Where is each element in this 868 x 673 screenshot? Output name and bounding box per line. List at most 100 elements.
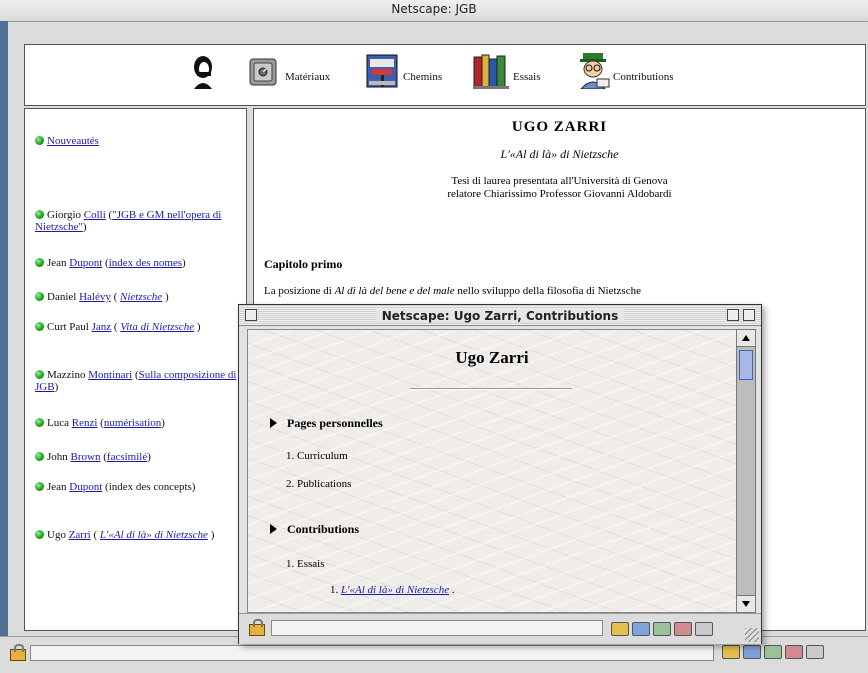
component-bar <box>722 645 824 659</box>
discussion-icon[interactable] <box>653 622 671 636</box>
green-bullet-icon <box>35 292 44 301</box>
entry-paren: ) <box>182 257 186 269</box>
section-contributions: Contributions <box>270 522 359 537</box>
chapter-text-start: La posizione di <box>264 285 335 297</box>
nav-essais-label: Essais <box>513 71 541 83</box>
collapse-box-icon[interactable] <box>743 309 755 321</box>
popup-window-title: Netscape: Ugo Zarri, Contributions <box>375 309 625 323</box>
popup-title-wrap: Netscape: Ugo Zarri, Contributions <box>239 307 761 325</box>
security-lock-icon[interactable] <box>10 644 26 661</box>
green-bullet-icon <box>35 136 44 145</box>
scroll-up-button[interactable] <box>737 330 755 347</box>
composer-icon[interactable] <box>785 645 803 659</box>
entry-firstname: Curt Paul <box>47 321 89 333</box>
list-item: 1. Curriculum <box>286 450 348 462</box>
work-link[interactable]: L'«Al di là» di Nietzsche <box>100 529 208 541</box>
news-entry: Nouveautés <box>35 135 240 147</box>
up-arrow-icon <box>742 335 750 341</box>
nav-materiaux[interactable]: Matériaux <box>247 55 330 89</box>
main-window-title: Netscape: JGB <box>391 2 477 16</box>
mail-icon[interactable] <box>632 622 650 636</box>
down-arrow-icon <box>742 601 750 607</box>
conference-icon[interactable] <box>806 645 824 659</box>
vertical-scrollbar[interactable] <box>736 329 756 613</box>
scroll-down-button[interactable] <box>737 595 755 612</box>
green-bullet-icon <box>35 452 44 461</box>
toolbar-frame: Matériaux Chemins Essais Contributions <box>24 44 866 106</box>
popup-heading: Ugo Zarri <box>455 348 529 367</box>
entry-paren: ) <box>82 221 87 233</box>
essay-link[interactable]: L'«Al di là» di Nietzsche <box>341 584 449 596</box>
entry-paren: ) <box>207 529 215 541</box>
author-link[interactable]: Colli <box>84 209 106 221</box>
author-link[interactable]: Zarri <box>69 529 91 541</box>
mail-icon[interactable] <box>743 645 761 659</box>
list-item: Curt Paul Janz ( Vita di Nietzsche ) <box>35 321 240 333</box>
main-titlebar[interactable]: Netscape: JGB <box>0 0 868 22</box>
nav-contributions-label: Contributions <box>613 71 674 83</box>
chapter-text-end: nello sviluppo della filosofia di Nietzs… <box>454 285 641 297</box>
section-label: Pages personnelles <box>287 416 383 430</box>
entry-paren: ) <box>161 417 165 429</box>
news-link[interactable]: Nouveautés <box>47 135 99 147</box>
zoom-box-icon[interactable] <box>727 309 739 321</box>
green-bullet-icon <box>35 482 44 491</box>
popup-component-bar <box>611 622 713 636</box>
nav-chemins[interactable]: Chemins <box>365 53 442 89</box>
work-link[interactable]: Nietzsche <box>120 291 162 303</box>
entry-paren: ) <box>162 291 169 303</box>
disclosure-triangle-icon[interactable] <box>270 418 277 428</box>
entry-plain-text: index des concepts) <box>108 481 196 493</box>
author-link[interactable]: Montinari <box>88 369 132 381</box>
item-end: . <box>449 584 455 596</box>
author-link[interactable]: Janz <box>92 321 112 333</box>
entry-paren: ( <box>111 321 121 333</box>
nav-home-portrait[interactable] <box>188 55 220 89</box>
list-item: Ugo Zarri ( L'«Al di là» di Nietzsche ) <box>35 529 240 541</box>
section-label: Contributions <box>287 522 360 536</box>
nav-chemins-label: Chemins <box>403 71 443 83</box>
entry-firstname: John <box>47 451 68 463</box>
work-link[interactable]: Vita di Nietzsche <box>120 321 194 333</box>
thesis-line-1: Tesi di laurea presentata all'Università… <box>451 175 668 187</box>
green-bullet-icon <box>35 322 44 331</box>
author-link[interactable]: Halévy <box>79 291 111 303</box>
author-link[interactable]: Brown <box>71 451 101 463</box>
navigator-icon[interactable] <box>611 622 629 636</box>
popup-content: Ugo Zarri Pages personnelles 1. Curricul… <box>247 329 737 613</box>
entry-paren: ) <box>147 451 151 463</box>
work-link[interactable]: index des nomes <box>109 257 182 269</box>
discussion-icon[interactable] <box>764 645 782 659</box>
list-item: Jean Dupont (index des nomes) <box>35 257 240 269</box>
author-link[interactable]: Renzi <box>72 417 98 429</box>
item-number: 1. <box>330 584 339 596</box>
list-item: 1. Essais <box>286 558 325 570</box>
composer-icon[interactable] <box>674 622 692 636</box>
nav-essais[interactable]: Essais <box>473 53 541 89</box>
list-item: Giorgio Colli ("JGB e GM nell'opera di N… <box>35 209 240 233</box>
list-item: 2. Publications <box>286 478 352 490</box>
nietzsche-portrait-icon <box>194 56 212 89</box>
conference-icon[interactable] <box>695 622 713 636</box>
green-bullet-icon <box>35 418 44 427</box>
popup-titlebar[interactable]: Netscape: Ugo Zarri, Contributions <box>239 305 761 326</box>
work-link[interactable]: numérisation <box>104 417 161 429</box>
entry-firstname: Mazzino <box>47 369 86 381</box>
page-subtitle: L'«Al di là» di Nietzsche <box>500 147 619 161</box>
green-bullet-icon <box>35 530 44 539</box>
entry-firstname: Daniel <box>47 291 77 303</box>
resize-grip-icon[interactable] <box>745 628 759 642</box>
security-lock-icon[interactable] <box>249 619 265 636</box>
work-link[interactable]: facsimilé <box>107 451 147 463</box>
author-link[interactable]: Dupont <box>69 257 102 269</box>
thesis-line-2: relatore Chiarissimo Professor Giovanni … <box>447 188 672 200</box>
popup-status-bar <box>239 613 761 644</box>
list-item: Jean Dupont (index des concepts) <box>35 481 240 493</box>
horizontal-rule <box>410 388 572 390</box>
author-link[interactable]: Dupont <box>69 481 102 493</box>
scroll-thumb[interactable] <box>739 350 753 380</box>
disclosure-triangle-icon[interactable] <box>270 524 277 534</box>
navigator-icon[interactable] <box>722 645 740 659</box>
green-bullet-icon <box>35 258 44 267</box>
nav-contributions[interactable]: Contributions <box>575 51 674 89</box>
